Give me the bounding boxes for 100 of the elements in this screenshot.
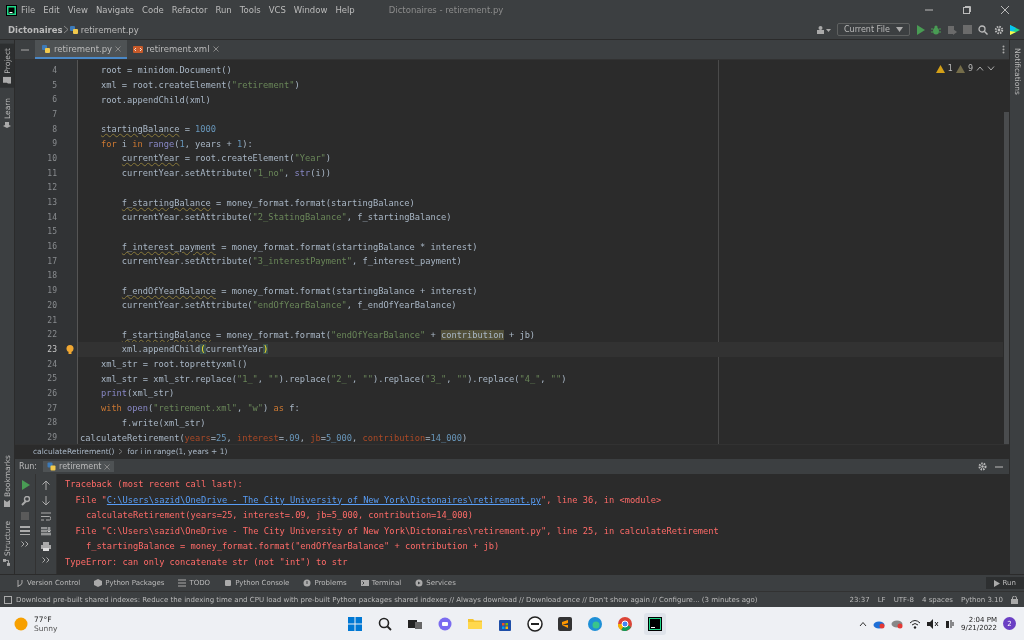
run-tab[interactable]: retirement	[43, 461, 115, 472]
line-number: 17	[47, 256, 57, 266]
menu-item[interactable]: Help	[331, 5, 359, 15]
breadcrumb-item[interactable]: Dictonaires	[8, 24, 63, 35]
editor-tab[interactable]: retirement.xml	[127, 40, 225, 59]
run-icon[interactable]	[916, 24, 925, 35]
code-line: xml = root.createElement("retirement")	[99, 80, 300, 91]
line-number: 29	[47, 433, 57, 443]
scrollbar-thumb[interactable]	[1004, 112, 1009, 444]
lock-icon[interactable]	[1011, 595, 1018, 604]
settings-icon[interactable]	[978, 462, 987, 471]
speaker-muted-icon[interactable]	[927, 618, 940, 629]
warning-count[interactable]: 1	[947, 64, 953, 73]
ide-icon[interactable]	[647, 615, 663, 632]
printer-icon[interactable]	[41, 542, 51, 551]
code-line: xml.appendChild(currentYear)	[120, 344, 269, 355]
code-line: f_startingBalance = money_format.format(startingBalance)	[120, 197, 415, 208]
close-icon[interactable]	[212, 45, 219, 52]
code-line: for i in range(1, years + 1):	[99, 138, 253, 149]
code-line: currentYear.setAttribute("1_no", str(i))	[120, 168, 332, 179]
bookmark-icon	[4, 500, 10, 508]
wifi-icon[interactable]	[909, 618, 922, 629]
menu-item[interactable]: View	[63, 5, 92, 15]
alert-icon	[303, 579, 312, 587]
wrench-icon[interactable]	[20, 496, 30, 506]
run-configuration-dropdown[interactable]: Current File	[837, 23, 910, 36]
menu-item[interactable]: Window	[289, 5, 332, 15]
code-line: root = minidom.Document()	[99, 65, 232, 76]
play-icon	[993, 579, 1000, 587]
arrow-down-icon[interactable]	[42, 496, 50, 506]
line-number: 28	[47, 418, 57, 428]
menu-item[interactable]: Tools	[235, 5, 265, 15]
code-line: startingBalance = 1000	[99, 124, 216, 135]
folder-icon	[3, 76, 11, 84]
settings-icon[interactable]	[994, 24, 1004, 35]
app-logo-icon	[6, 4, 17, 16]
square-logo-icon[interactable]	[557, 615, 573, 632]
line-number: 6	[52, 95, 57, 105]
console-line: File "C:\Users\sazid\OneDrive - The City University of New York\Dictonaires\retirement.py", line 36, in <module>	[74, 493, 663, 507]
chevron-icon	[118, 448, 124, 455]
file-link[interactable]: C:\Users\sazid\OneDrive - The City University of New York\Dictonaires\retirement.py	[106, 494, 541, 505]
line-number: 14	[47, 212, 57, 222]
weak-warning-icon	[955, 64, 965, 73]
user-caret-icon[interactable]	[815, 24, 831, 35]
play-circle-icon	[415, 579, 424, 587]
more-chevrons-icon[interactable]	[21, 541, 29, 547]
menu-item[interactable]: File	[17, 5, 40, 15]
weak-warning-count[interactable]: 9	[967, 64, 973, 73]
console-line: Traceback (most recent call last):	[65, 478, 244, 491]
menu-item[interactable]: VCS	[264, 5, 290, 15]
line-number: 22	[47, 330, 57, 340]
start-icon[interactable]	[347, 615, 363, 632]
line-number: 20	[47, 300, 57, 310]
menu-item[interactable]: Run	[211, 5, 236, 15]
structure-icon	[3, 559, 11, 566]
code-line: print(xml_str)	[99, 388, 175, 399]
wrap-icon[interactable]	[41, 512, 51, 521]
python-file-icon	[47, 462, 57, 471]
line-number: 12	[47, 183, 57, 193]
chat-icon[interactable]	[437, 615, 453, 632]
arrow-up-icon[interactable]	[42, 480, 50, 490]
bug-icon[interactable]	[931, 24, 941, 35]
colorful-triangle-icon[interactable]	[1010, 24, 1020, 35]
xml-file-icon	[133, 43, 144, 54]
line-number: 23	[47, 344, 57, 354]
cube-icon	[94, 579, 103, 587]
more-chevrons-icon[interactable]	[42, 557, 50, 563]
search-icon[interactable]	[377, 615, 393, 632]
line-number: 16	[47, 242, 57, 252]
breadcrumb-item[interactable]: retirement.py	[80, 24, 139, 35]
branch-icon	[16, 579, 24, 587]
layout-icon[interactable]	[20, 526, 30, 535]
console-line: calculateRetirement(years=25, interest=.09, jb=5_000, contribution=14_000)	[84, 509, 474, 522]
chevron-down-icon[interactable]	[987, 66, 995, 71]
scroll-to-end-button[interactable]	[41, 527, 51, 536]
window-title: Dictonaires - retirement.py	[388, 5, 504, 15]
restore-icon	[962, 5, 972, 15]
python-file-icon	[68, 24, 79, 35]
code-line: with open("retirement.xml", "w") as f:	[99, 403, 300, 414]
code-line: currentYear.setAttribute("3_interestPayment", f_interest_payment)	[120, 256, 462, 267]
code-line: currentYear = root.createElement("Year")	[120, 153, 332, 164]
menu-item[interactable]: Refactor	[167, 5, 212, 15]
menu-item[interactable]: Code	[138, 5, 168, 15]
console-line: File "C:\Users\sazid\OneDrive - The City University of New York\Dictonaires\retirement.py", line 25, in calculateRetirement	[74, 524, 719, 538]
round-logo-icon[interactable]	[527, 615, 543, 632]
caret-up-icon[interactable]	[859, 620, 868, 627]
lightbulb-icon[interactable]	[66, 345, 74, 355]
python-file-icon	[41, 43, 51, 54]
code-line: calculateRetirement(years=25, interest=.09, jb=5_000, contribution=14_000)	[79, 432, 468, 443]
chevron-up-icon[interactable]	[976, 66, 984, 71]
chrome-icon[interactable]	[617, 615, 633, 632]
line-number: 21	[47, 315, 57, 325]
line-number: 18	[47, 271, 57, 281]
menu-item[interactable]: Navigate	[91, 5, 138, 15]
menu-item[interactable]: Edit	[39, 5, 64, 15]
rerun-icon[interactable]	[20, 480, 30, 490]
more-icon[interactable]	[1002, 45, 1005, 54]
editor-tab[interactable]: retirement.py	[35, 40, 128, 59]
list-icon	[178, 579, 187, 587]
code-line: f.write(xml_str)	[120, 417, 206, 428]
